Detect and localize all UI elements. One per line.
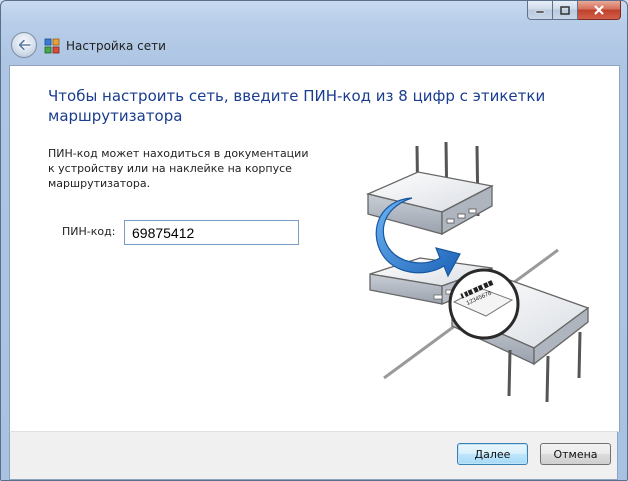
title-bar[interactable]	[1, 1, 627, 29]
pin-input[interactable]	[124, 220, 299, 245]
next-button-label: алее	[483, 447, 511, 461]
minimize-icon	[535, 10, 545, 14]
back-arrow-icon	[17, 39, 31, 51]
router-body	[365, 171, 494, 236]
wizard-header: Настройка сети	[1, 29, 627, 65]
wizard-window: Настройка сети Чтобы настроить сеть, вве…	[0, 0, 628, 481]
close-icon	[594, 5, 604, 15]
main-instruction: Чтобы настроить сеть, введите ПИН-код из…	[48, 87, 546, 125]
caption-buttons	[527, 1, 621, 20]
wizard-footer: Далее Отмена	[9, 431, 618, 480]
router-illustration: 12345678	[365, 142, 590, 402]
maximize-icon	[560, 5, 570, 15]
wizard-content: Чтобы настроить сеть, введите ПИН-код из…	[9, 65, 620, 432]
close-button[interactable]	[578, 1, 621, 20]
minimize-button[interactable]	[527, 1, 553, 20]
network-wizard-icon	[44, 38, 60, 54]
maximize-button[interactable]	[553, 1, 578, 20]
cancel-button[interactable]: Отмена	[540, 443, 611, 465]
pin-description: ПИН-код может находиться в документации …	[48, 147, 309, 190]
window-title: Настройка сети	[66, 39, 166, 53]
next-button[interactable]: Далее	[457, 443, 528, 465]
pin-label-magnifier: 12345678	[448, 268, 520, 340]
back-button[interactable]	[11, 32, 37, 58]
pin-label: ПИН-код:	[62, 225, 116, 238]
next-accel-letter: Д	[474, 447, 484, 461]
